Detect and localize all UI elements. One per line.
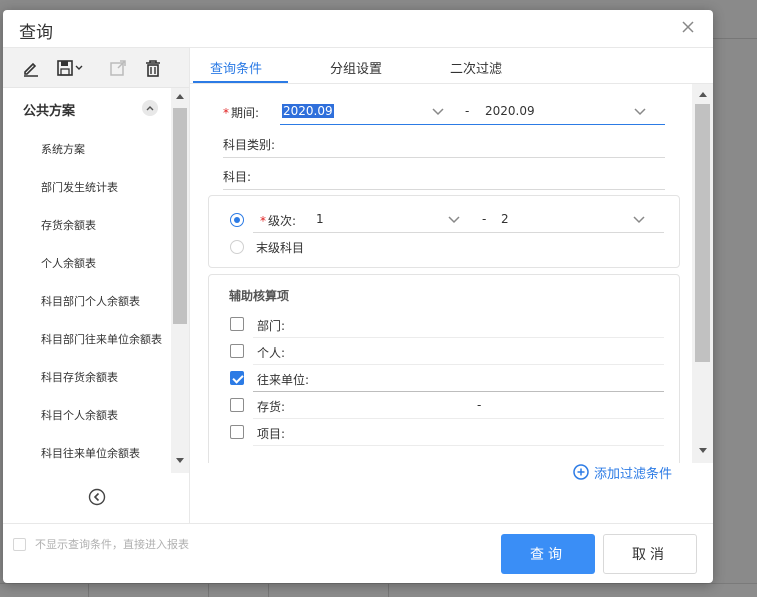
period-from-underline: [280, 124, 446, 125]
required-mark: *: [260, 214, 266, 228]
period-label-text: 期间:: [231, 106, 260, 120]
required-mark: *: [223, 106, 229, 120]
chevron-down-icon[interactable]: [432, 108, 444, 116]
scroll-down-icon[interactable]: [176, 458, 184, 463]
subject-type-field[interactable]: [223, 157, 665, 158]
plan-item[interactable]: 系统方案: [41, 141, 85, 157]
add-filter-label: 添加过滤条件: [594, 466, 673, 482]
aux-field-department[interactable]: [253, 337, 664, 338]
period-from-value: 2020.09: [282, 104, 334, 118]
plan-group-label: 公共方案: [23, 104, 76, 119]
level-radio[interactable]: [230, 213, 244, 227]
period-to-input[interactable]: 2020.09: [485, 104, 535, 118]
aux-accounting-box: 辅助核算项 部门: 个人: 往来单位: 存货: - 项目:: [208, 274, 680, 463]
aux-checkbox-person[interactable]: [230, 344, 244, 358]
tab-query-conditions[interactable]: 查询条件: [210, 58, 262, 77]
plan-item[interactable]: 个人余额表: [41, 255, 96, 271]
level-from-input[interactable]: 1: [316, 212, 324, 226]
tab-group-settings[interactable]: 分组设置: [330, 58, 382, 77]
aux-checkbox-department[interactable]: [230, 317, 244, 331]
period-separator: -: [465, 104, 470, 118]
chevron-down-icon[interactable]: [633, 216, 645, 224]
level-options-box: * 级次: 1 - 2 末级科目: [208, 195, 680, 268]
plan-list-scrollbar[interactable]: [171, 88, 189, 473]
level-to-input[interactable]: 2: [501, 212, 509, 226]
save-icon[interactable]: [56, 58, 86, 78]
background-divider: [710, 38, 757, 39]
dialog-title: 查询: [19, 23, 53, 43]
aux-label-department: 部门:: [257, 319, 286, 333]
aux-title: 辅助核算项: [229, 289, 290, 303]
chevron-down-icon[interactable]: [634, 108, 646, 116]
scrollbar-thumb[interactable]: [695, 104, 710, 362]
skip-conditions-checkbox[interactable]: [13, 538, 26, 551]
chevron-up-icon[interactable]: [142, 100, 158, 116]
add-filter-button[interactable]: 添加过滤条件: [573, 462, 672, 482]
subject-type-label: 科目类别:: [223, 138, 276, 152]
aux-field-project[interactable]: [253, 445, 664, 446]
plan-panel: 公共方案 系统方案 部门发生统计表 存货余额表 个人余额表 科目部门个人余额表 …: [3, 48, 190, 523]
plan-item[interactable]: 科目个人余额表: [41, 407, 118, 423]
aux-field-partner[interactable]: [253, 391, 664, 392]
close-icon[interactable]: [679, 18, 697, 36]
aux-label-partner: 往来单位:: [257, 373, 310, 387]
level-label: * 级次:: [260, 212, 296, 229]
form-scrollbar[interactable]: [692, 84, 713, 463]
edit-icon[interactable]: [20, 58, 42, 78]
scroll-down-icon[interactable]: [699, 448, 707, 453]
query-button[interactable]: 查询: [501, 534, 595, 574]
aux-field-person[interactable]: [253, 364, 664, 365]
chevron-down-icon[interactable]: [448, 216, 460, 224]
subject-label: 科目:: [223, 170, 252, 184]
aux-checkbox-inventory[interactable]: [230, 398, 244, 412]
scroll-up-icon[interactable]: [176, 94, 184, 99]
active-tab-indicator: [193, 81, 288, 83]
plan-list: 公共方案 系统方案 部门发生统计表 存货余额表 个人余额表 科目部门个人余额表 …: [3, 88, 171, 473]
export-icon[interactable]: [107, 58, 129, 78]
level-label-text: 级次:: [268, 214, 297, 228]
plan-item[interactable]: 科目部门往来单位余额表: [41, 331, 162, 347]
query-dialog: 查询 公共方案 系统方案 部门发生统计表 存货余额表 个人余额表 科目部门个人余…: [3, 10, 713, 583]
last-level-label: 末级科目: [256, 241, 305, 255]
dialog-footer: 不显示查询条件，直接进入报表 查询 取消: [3, 523, 713, 583]
background-table-strip: [0, 583, 757, 597]
scrollbar-thumb[interactable]: [173, 108, 187, 324]
aux-label-person: 个人:: [257, 346, 286, 360]
query-tabs: 查询条件 分组设置 二次过滤: [190, 48, 713, 84]
level-separator: -: [482, 212, 487, 226]
plan-item[interactable]: 部门发生统计表: [41, 179, 118, 195]
aux-label-project: 项目:: [257, 427, 286, 441]
scroll-up-icon[interactable]: [699, 92, 707, 97]
aux-field-inventory[interactable]: [253, 418, 664, 419]
last-level-radio[interactable]: [230, 240, 244, 254]
period-to-underline: [446, 124, 665, 125]
aux-checkbox-project[interactable]: [230, 425, 244, 439]
aux-inventory-separator: -: [477, 398, 482, 412]
dialog-header: 查询: [3, 10, 713, 48]
query-form: * 期间: 2020.09 - 2020.09 科目类别: 科目: * 级次: 1 …: [190, 84, 692, 463]
period-from-input[interactable]: 2020.09: [282, 104, 334, 118]
subject-field[interactable]: [223, 189, 665, 190]
delete-icon[interactable]: [142, 58, 164, 78]
plan-toolbar: [3, 48, 189, 88]
plan-item[interactable]: 科目部门个人余额表: [41, 293, 140, 309]
collapse-left-icon[interactable]: [88, 488, 106, 506]
aux-label-inventory: 存货:: [257, 400, 286, 414]
plan-item[interactable]: 科目存货余额表: [41, 369, 118, 385]
aux-checkbox-partner[interactable]: [230, 371, 244, 385]
period-label: * 期间:: [223, 104, 259, 121]
add-circle-icon: [573, 464, 589, 480]
level-underline: [253, 232, 664, 233]
skip-conditions-label: 不显示查询条件，直接进入报表: [35, 538, 189, 551]
cancel-button[interactable]: 取消: [603, 534, 697, 574]
tab-secondary-filter[interactable]: 二次过滤: [450, 58, 502, 77]
plan-item[interactable]: 存货余额表: [41, 217, 96, 233]
plan-item[interactable]: 科目往来单位余额表: [41, 445, 140, 461]
